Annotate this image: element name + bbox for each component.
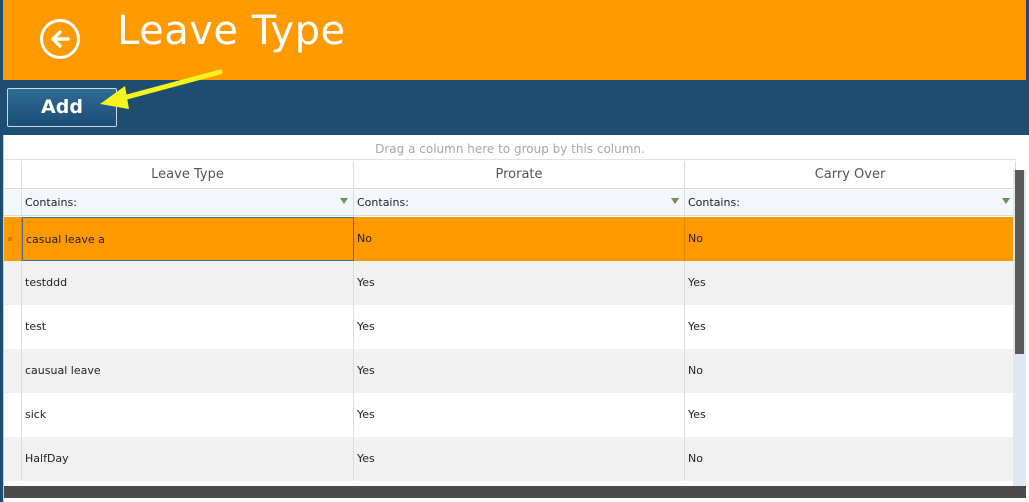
horizontal-scrollbar[interactable] — [4, 486, 1026, 498]
column-header-leave-type[interactable]: Leave Type — [22, 161, 354, 188]
vertical-scrollbar[interactable] — [1013, 170, 1026, 486]
cell-carry-over[interactable]: Yes — [685, 393, 1016, 437]
page-title: Leave Type — [117, 8, 346, 54]
table-row[interactable]: causual leave Yes No — [4, 349, 1016, 393]
table-row[interactable]: HalfDay Yes No — [4, 437, 1016, 481]
filter-funnel-icon[interactable] — [671, 198, 679, 204]
table-row[interactable]: sick Yes Yes — [4, 393, 1016, 437]
cell-carry-over[interactable]: Yes — [685, 305, 1016, 349]
cell-prorate[interactable]: Yes — [354, 437, 685, 481]
cell-prorate[interactable]: Yes — [354, 305, 685, 349]
row-indicator — [4, 217, 22, 261]
filter-row-indicator — [4, 190, 22, 215]
row-indicator — [4, 261, 22, 305]
cell-leave-type[interactable]: casual leave a — [22, 217, 354, 261]
row-indicator — [4, 393, 22, 437]
row-indicator — [4, 349, 22, 393]
filter-label: Contains: — [688, 196, 740, 209]
cell-carry-over[interactable]: Yes — [685, 261, 1016, 305]
filter-prorate[interactable]: Contains: — [354, 190, 685, 215]
filter-label: Contains: — [25, 196, 77, 209]
filter-label: Contains: — [357, 196, 409, 209]
filter-carry-over[interactable]: Contains: — [685, 190, 1016, 215]
group-by-panel[interactable]: Drag a column here to group by this colu… — [4, 135, 1016, 160]
cell-carry-over[interactable]: No — [685, 349, 1016, 393]
column-header-row: Leave Type Prorate Carry Over — [4, 161, 1016, 189]
cell-prorate[interactable]: Yes — [354, 349, 685, 393]
back-arrow-circle-icon[interactable] — [40, 19, 80, 59]
cell-leave-type[interactable]: test — [22, 305, 354, 349]
cell-leave-type[interactable]: causual leave — [22, 349, 354, 393]
cell-leave-type[interactable]: HalfDay — [22, 437, 354, 481]
current-row-icon — [8, 237, 12, 241]
cell-leave-type[interactable]: sick — [22, 393, 354, 437]
table-row[interactable]: testddd Yes Yes — [4, 261, 1016, 305]
row-indicator-header — [4, 161, 22, 188]
table-row[interactable]: test Yes Yes — [4, 305, 1016, 349]
cell-carry-over[interactable]: No — [685, 217, 1016, 261]
vertical-scrollbar-thumb[interactable] — [1015, 170, 1024, 354]
column-header-carry-over[interactable]: Carry Over — [685, 161, 1016, 188]
row-indicator — [4, 305, 22, 349]
cell-leave-type[interactable]: testddd — [22, 261, 354, 305]
leave-type-grid: Drag a column here to group by this colu… — [3, 135, 1029, 502]
filter-funnel-icon[interactable] — [340, 198, 348, 204]
cell-carry-over[interactable]: No — [685, 437, 1016, 481]
filter-row: Contains: Contains: Contains: — [4, 190, 1016, 216]
cell-prorate[interactable]: Yes — [354, 261, 685, 305]
cell-prorate[interactable]: Yes — [354, 393, 685, 437]
table-row[interactable]: casual leave a No No — [4, 217, 1016, 261]
annotation-arrow-icon — [100, 69, 223, 109]
column-header-prorate[interactable]: Prorate — [354, 161, 685, 188]
filter-funnel-icon[interactable] — [1002, 198, 1010, 204]
row-indicator — [4, 437, 22, 481]
filter-leave-type[interactable]: Contains: — [22, 190, 354, 215]
cell-prorate[interactable]: No — [354, 217, 685, 261]
grid-rows: casual leave a No No testddd Yes Yes tes… — [4, 217, 1016, 481]
